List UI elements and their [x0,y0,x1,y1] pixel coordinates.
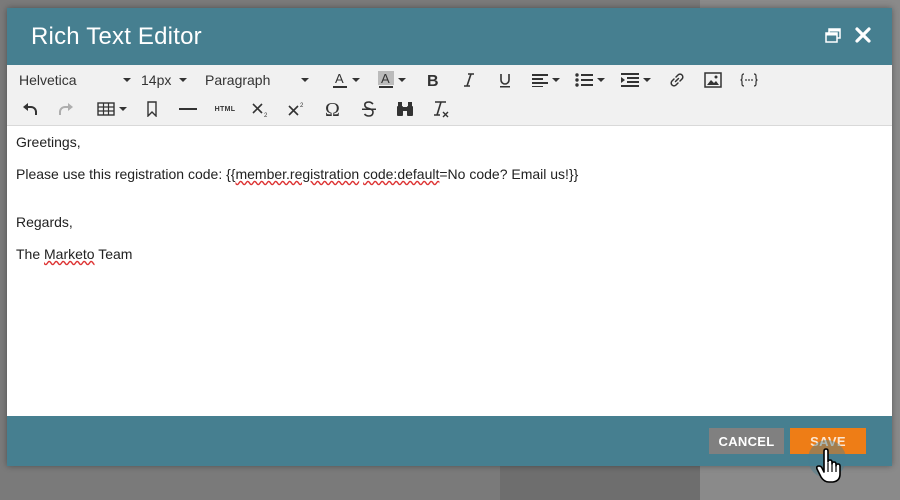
signoff-brand: Marketo [44,246,95,262]
block-format-value: Paragraph [205,72,271,88]
toolbar-row-insert: HTML 2 2 Ω [7,95,455,123]
svg-text:2: 2 [300,103,304,109]
horizontal-rule-icon [179,108,197,110]
code-token-default: code:default [363,166,440,182]
italic-icon [464,73,474,87]
undo-button[interactable] [17,97,43,121]
restore-window-icon[interactable] [824,26,842,44]
block-format-select[interactable]: Paragraph [205,68,309,92]
clear-formatting-button[interactable] [427,97,455,121]
rich-text-editor-dialog: Rich Text Editor Helvetica 14px Paragrap… [7,8,892,466]
registration-code-line: Please use this registration code: {{mem… [16,166,883,182]
bookmark-icon [147,101,157,117]
signoff-suffix: Team [94,246,133,262]
image-button[interactable] [699,68,727,92]
editor-toolbar: Helvetica 14px Paragraph A A B HTML 2 2 … [7,65,892,126]
indent-button[interactable] [619,68,653,92]
mouse-pointer [808,440,848,485]
html-source-icon: HTML [214,105,236,113]
table-icon [97,102,115,116]
hand-cursor-icon [816,448,841,483]
find-replace-icon [397,102,413,116]
bold-icon: B [427,73,439,88]
font-size-select[interactable]: 14px [141,68,187,92]
italic-button[interactable] [455,68,483,92]
bold-button[interactable]: B [419,68,447,92]
underline-icon [500,74,510,88]
superscript-icon: 2 [288,103,304,116]
dialog-footer: CANCEL SAVE [7,416,892,466]
code-snippet-button[interactable] [735,68,763,92]
dialog-title: Rich Text Editor [31,22,202,50]
strikethrough-icon [362,101,376,117]
svg-text:B: B [427,73,439,88]
font-family-value: Helvetica [19,72,77,88]
text-color-button[interactable]: A [329,68,363,92]
align-button[interactable] [529,68,563,92]
svg-text:Ω: Ω [325,100,340,118]
clear-formatting-icon [434,101,449,118]
bookmark-button[interactable] [139,97,165,121]
backdrop-panel-lower [500,466,700,500]
cancel-button[interactable]: CANCEL [709,428,784,454]
strikethrough-button[interactable] [355,97,383,121]
subscript-button[interactable]: 2 [247,97,275,121]
svg-text:2: 2 [264,113,268,117]
find-replace-button[interactable] [391,97,419,121]
signoff-line: The Marketo Team [16,246,883,262]
toolbar-row-formatting: Helvetica 14px Paragraph A A B [7,66,763,94]
greeting-line: Greetings, [16,134,81,150]
superscript-button[interactable]: 2 [283,97,311,121]
table-button[interactable] [95,97,129,121]
code-line-suffix: =No code? Email us!}} [439,166,579,182]
svg-text:A: A [381,71,390,86]
underline-button[interactable] [491,68,519,92]
signoff-prefix: The [16,246,45,262]
subscript-icon: 2 [252,103,268,117]
code-line-prefix: Please use this registration code: {{ [16,166,236,182]
bullet-list-icon [575,73,593,87]
background-color-button[interactable]: A [375,68,409,92]
link-icon [670,73,684,87]
font-family-select[interactable]: Helvetica [19,68,131,92]
bullet-list-button[interactable] [573,68,607,92]
html-source-button[interactable]: HTML [211,97,239,121]
redo-button[interactable] [53,97,79,121]
dialog-header: Rich Text Editor [7,8,892,65]
align-icon [532,74,548,87]
code-snippet-icon [740,73,758,87]
link-button[interactable] [663,68,691,92]
indent-icon [621,73,639,87]
code-token-member: member.registration [235,166,360,182]
font-size-value: 14px [141,72,172,88]
regards-line: Regards, [16,214,73,230]
special-character-icon: Ω [325,100,340,118]
redo-icon [59,103,73,115]
background-color-icon: A [378,71,394,88]
text-color-icon: A [333,71,347,88]
editor-content-area[interactable]: Greetings, Please use this registration … [7,126,892,416]
horizontal-rule-button[interactable] [175,97,201,121]
special-character-button[interactable]: Ω [319,97,347,121]
close-icon[interactable] [854,26,872,44]
image-icon [704,72,722,88]
svg-text:A: A [335,71,344,86]
undo-icon [23,103,37,115]
